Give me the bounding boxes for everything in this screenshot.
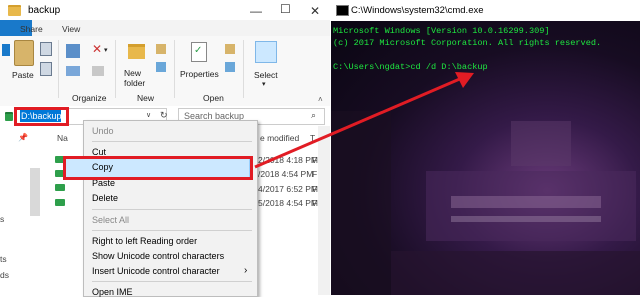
arrow-line xyxy=(254,76,463,169)
annotation-arrow xyxy=(254,72,474,169)
